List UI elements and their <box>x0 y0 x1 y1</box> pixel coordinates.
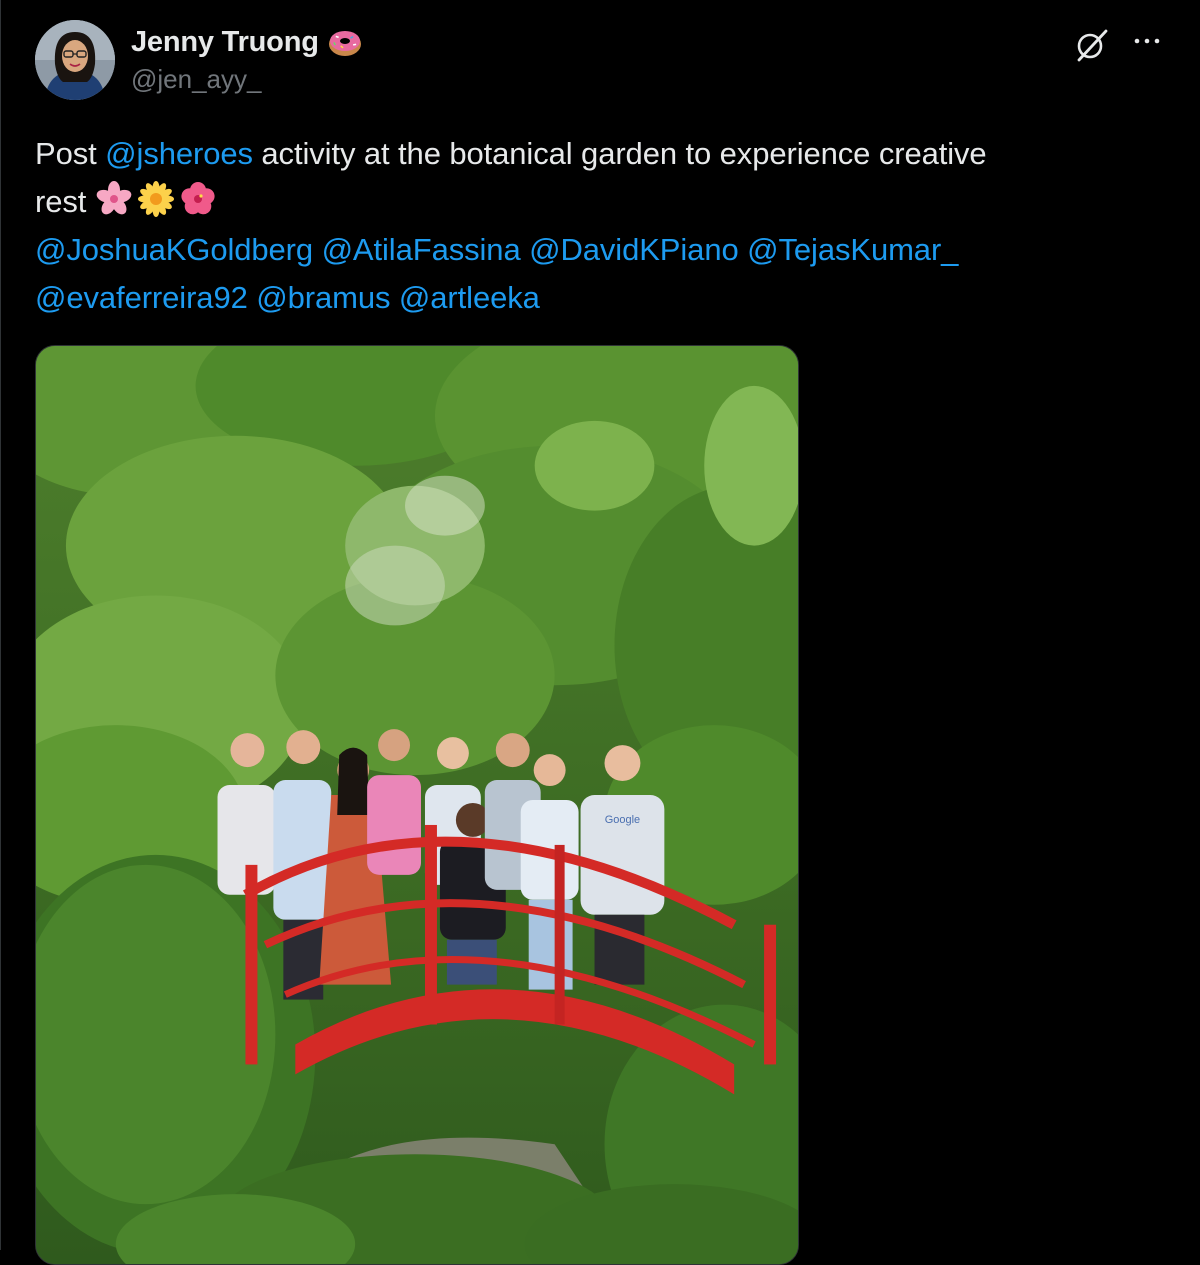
shirt-logo-text: Google <box>605 814 640 826</box>
garden-photo: Google <box>36 346 798 1264</box>
donut-emoji-icon <box>328 31 361 56</box>
mention-jsheroes[interactable]: @jsheroes <box>105 136 253 171</box>
mention-atilafassina[interactable]: @AtilaFassina <box>322 232 521 267</box>
tweet-line-2: rest <box>35 178 1155 226</box>
grok-icon[interactable] <box>1073 26 1111 64</box>
more-dots-icon[interactable] <box>1129 28 1165 56</box>
tweet-line-1: Post @jsheroes activity at the botanical… <box>35 130 1155 178</box>
avatar[interactable] <box>35 20 115 100</box>
tweet-photo[interactable]: Google <box>35 345 799 1265</box>
tweet-line-3: @JoshuaKGoldberg @AtilaFassina @DavidKPi… <box>35 226 1155 274</box>
author-display-name[interactable]: Jenny Truong <box>131 26 319 59</box>
author-handle[interactable]: @jen_ayy_ <box>131 64 261 95</box>
tweet-text: Post @jsheroes activity at the botanical… <box>35 130 1155 322</box>
mention-joshuakgoldberg[interactable]: @JoshuaKGoldberg <box>35 232 313 267</box>
tweet-card: Jenny Truong @jen_ayy_ Post @jsheroes ac… <box>0 0 1200 1265</box>
text-post: Post <box>35 136 106 171</box>
mention-artleeka[interactable]: @artleeka <box>399 280 540 315</box>
mention-evaferreira92[interactable]: @evaferreira92 <box>35 280 248 315</box>
tweet-line-4: @evaferreira92 @bramus @artleeka <box>35 274 1155 322</box>
author-name-row[interactable]: Jenny Truong <box>131 24 363 60</box>
hibiscus-emoji-icon <box>181 182 215 215</box>
mention-tejaskumar[interactable]: @TejasKumar_ <box>747 232 958 267</box>
mention-davidkpiano[interactable]: @DavidKPiano <box>529 232 739 267</box>
cherry-blossom-emoji-icon <box>96 181 132 215</box>
text-activity: activity at the botanical garden to expe… <box>252 136 987 171</box>
avatar-photo <box>35 20 115 100</box>
text-rest: rest <box>35 184 87 219</box>
blossom-emoji-icon <box>137 181 174 217</box>
mention-bramus[interactable]: @bramus <box>256 280 390 315</box>
